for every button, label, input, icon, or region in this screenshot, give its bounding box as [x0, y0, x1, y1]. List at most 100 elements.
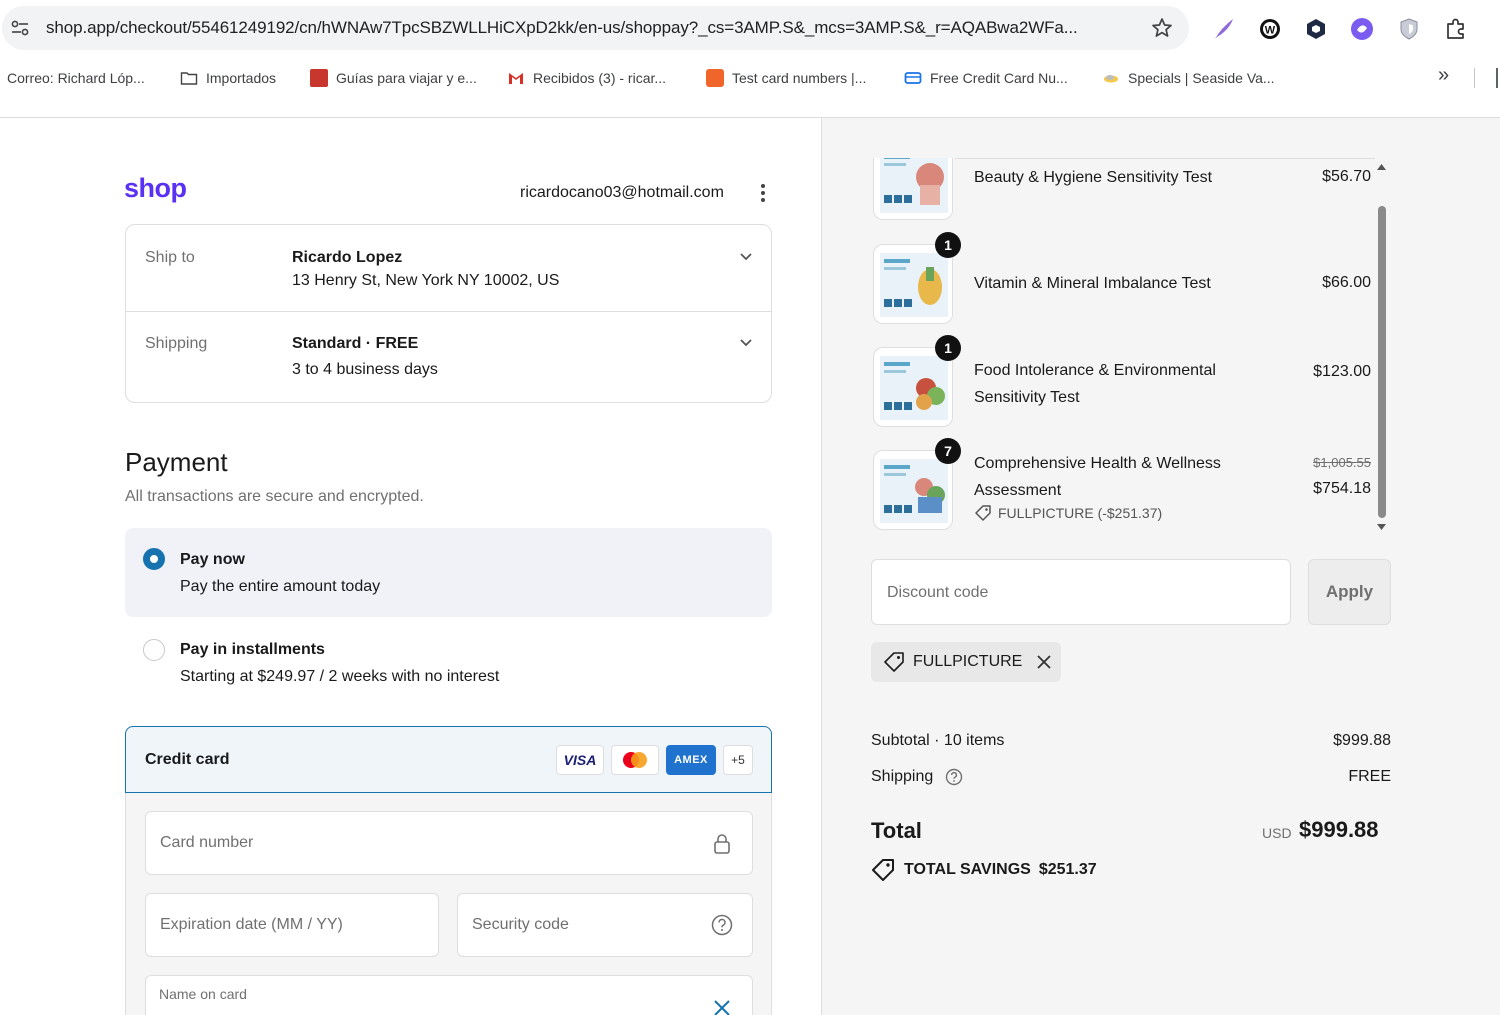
hex-extension-icon[interactable]: [1303, 16, 1329, 42]
bookmark-item[interactable]: Test card numbers |...: [706, 67, 866, 89]
card-number-field[interactable]: Card number: [145, 811, 753, 875]
remove-discount-icon[interactable]: [1036, 654, 1052, 670]
bookmark-label: Test card numbers |...: [732, 70, 867, 86]
discount-code-input[interactable]: Discount code: [871, 559, 1291, 625]
total-amount: $999.88: [1299, 817, 1379, 842]
items-scrollbar-thumb[interactable]: [1378, 206, 1386, 518]
lock-icon: [714, 834, 730, 854]
browser-toolbar: shop.app/checkout/55461249192/cn/hWNAw7T…: [0, 0, 1500, 58]
cart-item: 1 Vitamin & Mineral Imbalance Test $66.0…: [870, 232, 1375, 340]
bookmark-item[interactable]: Free Credit Card Nu...: [904, 67, 1068, 89]
purple-circle-extension-icon[interactable]: [1349, 16, 1375, 42]
cart-item: 7 Comprehensive Health & Wellness Assess…: [870, 438, 1375, 538]
site-settings-icon[interactable]: [10, 18, 30, 38]
folder-icon: [180, 72, 198, 85]
url-text[interactable]: shop.app/checkout/55461249192/cn/hWNAw7T…: [46, 18, 1136, 38]
bookmarks-bar: Correo: Richard Lóp... Importados Guías …: [0, 58, 1500, 98]
installments-subtitle: Starting at $249.97 / 2 weeks with no in…: [180, 668, 500, 685]
expiration-date-field[interactable]: Expiration date (MM / YY): [145, 893, 439, 957]
installments-title: Pay in installments: [180, 641, 325, 658]
chevron-down-icon[interactable]: [739, 252, 753, 262]
item-price: $66.00: [1322, 274, 1371, 291]
shipping-row: Shipping FREE: [871, 768, 1391, 786]
bookmarks-overflow-button[interactable]: »: [1438, 64, 1449, 86]
puzzle-extensions-icon[interactable]: [1443, 16, 1469, 42]
subtotal-value: $999.88: [1333, 732, 1391, 749]
pay-now-radio[interactable]: [143, 548, 165, 570]
item-price: $56.70: [1322, 168, 1371, 185]
divider: [126, 311, 771, 312]
cloud-icon: [1104, 75, 1118, 83]
total-savings-label: TOTAL SAVINGS: [904, 861, 1031, 878]
installments-option[interactable]: Pay in installments Starting at $249.97 …: [125, 617, 772, 717]
item-name: Food Intolerance & Environmental Sensiti…: [974, 362, 1216, 406]
address-bar[interactable]: shop.app/checkout/55461249192/cn/hWNAw7T…: [2, 6, 1189, 50]
bookmark-item[interactable]: Correo: Richard Lóp...: [7, 67, 145, 89]
bookmark-item[interactable]: Guías para viajar y e...: [310, 67, 477, 89]
pay-now-option[interactable]: Pay now Pay the entire amount today: [125, 528, 772, 617]
item-name: Comprehensive Health & Wellness Assessme…: [974, 455, 1221, 499]
item-price: $754.18: [1313, 480, 1371, 497]
ship-to-label: Ship to: [145, 249, 195, 266]
tag-icon: [884, 652, 904, 672]
visa-text: VISA: [563, 752, 597, 768]
feather-extension-icon[interactable]: [1211, 16, 1237, 42]
bookmark-item[interactable]: Specials | Seaside Va...: [1102, 67, 1275, 89]
bookmark-star-icon[interactable]: [1150, 16, 1174, 40]
item-name: Beauty & Hygiene Sensitivity Test: [974, 169, 1213, 186]
wordpress-extension-icon[interactable]: W: [1257, 16, 1283, 42]
shipping-summary-value: FREE: [1348, 768, 1391, 785]
pay-now-subtitle: Pay the entire amount today: [180, 578, 381, 595]
item-discount: FULLPICTURE (-$251.37): [974, 504, 1162, 522]
visa-logo: VISA: [556, 745, 604, 775]
applied-discount-chip: FULLPICTURE: [871, 642, 1061, 682]
subtotal-row: Subtotal · 10 items $999.88: [871, 732, 1391, 750]
shipping-label: Shipping: [145, 335, 208, 352]
help-circle-icon[interactable]: [711, 914, 733, 936]
security-code-field[interactable]: Security code: [457, 893, 753, 957]
mastercard-logo: [611, 745, 659, 775]
total-savings: TOTAL SAVINGS $251.37: [871, 858, 1097, 882]
item-price: $123.00: [1313, 363, 1371, 380]
blue-card-icon: [904, 72, 922, 84]
shipping-method: Standard · FREE: [292, 335, 419, 352]
amex-logo: AMEX: [666, 745, 716, 775]
more-options-icon[interactable]: [759, 182, 767, 204]
bookmark-item[interactable]: Recibidos (3) - ricar...: [507, 67, 666, 89]
tag-icon: [872, 859, 894, 881]
bookmark-label: Specials | Seaside Va...: [1128, 70, 1275, 86]
total-currency: USD: [1262, 825, 1292, 841]
bookmark-item[interactable]: Importados: [180, 67, 276, 89]
total-savings-value: $251.37: [1038, 861, 1097, 878]
orange-square-icon: [706, 69, 724, 87]
bookmark-label: Correo: Richard Lóp...: [7, 70, 145, 86]
cart-items-list: Beauty & Hygiene Sensitivity Test $56.70…: [870, 158, 1375, 538]
gmail-icon: [509, 73, 523, 84]
quantity-badge: 7: [935, 438, 961, 464]
bookmark-label: Recibidos (3) - ricar...: [533, 70, 667, 86]
chevron-down-icon[interactable]: [739, 338, 753, 348]
product-image-icon: [880, 356, 948, 420]
item-discount-text: FULLPICTURE (-$251.37): [998, 505, 1163, 521]
name-on-card-label: Name on card: [159, 986, 247, 1002]
more-brands-badge: +5: [723, 745, 753, 775]
more-brands-text: +5: [731, 753, 745, 767]
shield-extension-icon[interactable]: [1396, 16, 1422, 42]
bookmark-label: Free Credit Card Nu...: [930, 70, 1068, 86]
bookmark-label: Guías para viajar y e...: [336, 70, 477, 86]
close-icon[interactable]: [712, 998, 732, 1015]
item-name: Vitamin & Mineral Imbalance Test: [974, 275, 1211, 292]
tag-icon: [975, 505, 991, 521]
installments-radio[interactable]: [143, 639, 165, 661]
apply-button[interactable]: Apply: [1308, 559, 1391, 625]
svg-text:W: W: [1265, 25, 1276, 37]
applied-discount-code: FULLPICTURE: [913, 653, 1023, 670]
help-circle-icon[interactable]: [945, 768, 963, 786]
amex-text: AMEX: [674, 754, 708, 766]
cart-item: Beauty & Hygiene Sensitivity Test $56.70: [870, 158, 1375, 228]
subtotal-label: Subtotal · 10 items: [871, 732, 1005, 749]
bookmarks-separator: [1496, 68, 1498, 88]
product-thumbnail: [873, 158, 953, 220]
name-on-card-field[interactable]: Name on card: [145, 975, 753, 1015]
ship-to-address: 13 Henry St, New York NY 10002, US: [292, 272, 560, 289]
